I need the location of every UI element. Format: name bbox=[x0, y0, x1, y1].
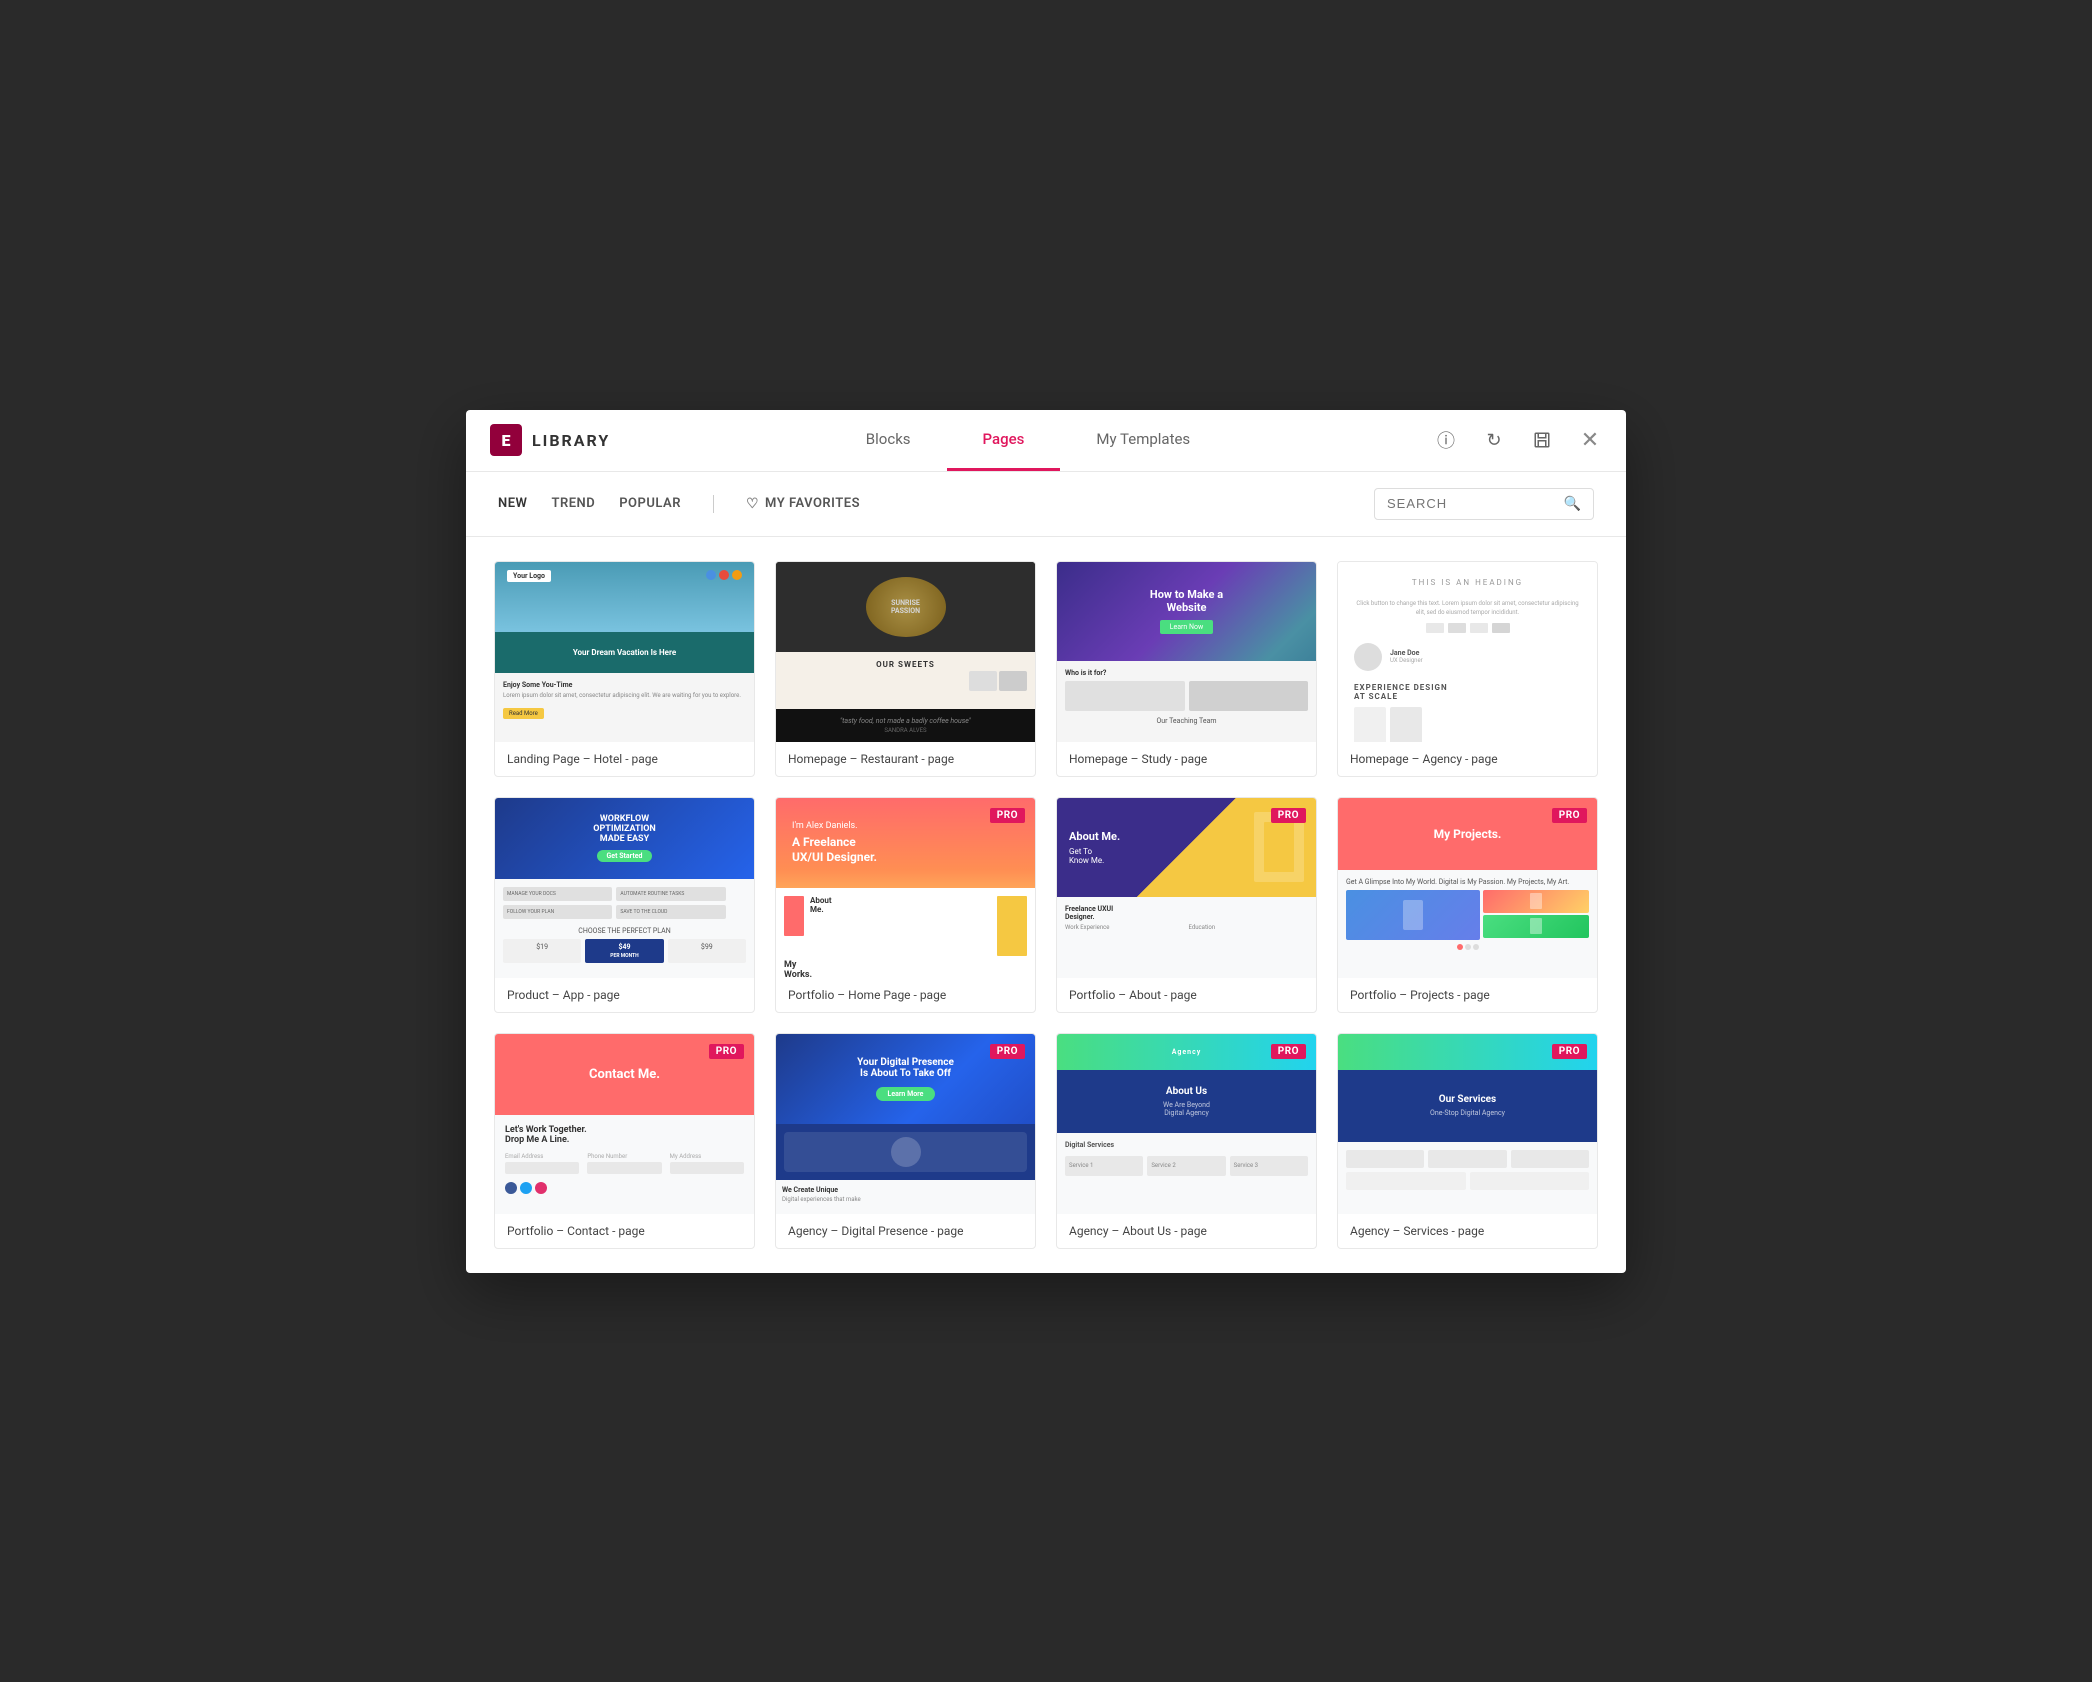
template-label-study: Homepage – Study - page bbox=[1057, 742, 1316, 776]
search-input[interactable] bbox=[1387, 496, 1556, 511]
template-card-digital[interactable]: PRO Your Digital PresenceIs About To Tak… bbox=[775, 1033, 1036, 1249]
filter-tabs: NEW TREND POPULAR ♡ MY FAVORITES bbox=[498, 492, 1374, 515]
library-brand: E LIBRARY bbox=[466, 410, 646, 470]
pro-badge-portfolio-home: PRO bbox=[990, 808, 1025, 823]
template-label-portfolio-projects: Portfolio – Projects - page bbox=[1338, 978, 1597, 1012]
template-card-app[interactable]: WORKFLOWOPTIMIZATIONMADE EASY Get Starte… bbox=[494, 797, 755, 1013]
info-icon[interactable]: ⓘ bbox=[1430, 424, 1462, 456]
template-thumb-portfolio-about: PRO About Me. Get ToKnow Me. Freelance bbox=[1057, 798, 1316, 978]
modal-header: E LIBRARY Blocks Pages My Templates ⓘ ↻ bbox=[466, 410, 1626, 472]
template-thumb-portfolio-home: PRO I'm Alex Daniels. A FreelanceUX/UI D… bbox=[776, 798, 1035, 978]
template-label-services: Agency – Services - page bbox=[1338, 1214, 1597, 1248]
pro-badge-portfolio-projects: PRO bbox=[1552, 808, 1587, 823]
modal-overlay[interactable]: E LIBRARY Blocks Pages My Templates ⓘ ↻ bbox=[0, 0, 2092, 1682]
template-label-contact: Portfolio – Contact - page bbox=[495, 1214, 754, 1248]
search-icon: 🔍 bbox=[1564, 496, 1581, 512]
template-thumb-app: WORKFLOWOPTIMIZATIONMADE EASY Get Starte… bbox=[495, 798, 754, 978]
modal-actions: ⓘ ↻ ✕ bbox=[1410, 424, 1626, 456]
template-thumb-contact: PRO Contact Me. Let's Work Together.Drop… bbox=[495, 1034, 754, 1214]
library-modal: E LIBRARY Blocks Pages My Templates ⓘ ↻ bbox=[466, 410, 1626, 1273]
template-thumb-about-us: PRO Agency About Us We Are BeyondDigital… bbox=[1057, 1034, 1316, 1214]
templates-grid: Your Logo Your Dream Vacation Is Here En… bbox=[494, 561, 1598, 1249]
brand-title: LIBRARY bbox=[532, 431, 610, 450]
template-card-portfolio-home[interactable]: PRO I'm Alex Daniels. A FreelanceUX/UI D… bbox=[775, 797, 1036, 1013]
template-card-services[interactable]: PRO Our Services One-Stop Digital Agency bbox=[1337, 1033, 1598, 1249]
tab-my-templates[interactable]: My Templates bbox=[1060, 410, 1226, 471]
search-box[interactable]: 🔍 bbox=[1374, 488, 1594, 520]
template-label-digital: Agency – Digital Presence - page bbox=[776, 1214, 1035, 1248]
refresh-icon[interactable]: ↻ bbox=[1478, 424, 1510, 456]
template-label-portfolio-home: Portfolio – Home Page - page bbox=[776, 978, 1035, 1012]
pro-badge-portfolio-about: PRO bbox=[1271, 808, 1306, 823]
tab-blocks[interactable]: Blocks bbox=[830, 410, 947, 471]
template-card-restaurant[interactable]: SUNRISEPASSION OUR SWEETS "tasty food, n… bbox=[775, 561, 1036, 777]
template-thumb-hotel: Your Logo Your Dream Vacation Is Here En… bbox=[495, 562, 754, 742]
template-label-app: Product – App - page bbox=[495, 978, 754, 1012]
filter-popular[interactable]: POPULAR bbox=[619, 492, 681, 515]
pro-badge-about-us: PRO bbox=[1271, 1044, 1306, 1059]
template-card-contact[interactable]: PRO Contact Me. Let's Work Together.Drop… bbox=[494, 1033, 755, 1249]
brand-icon: E bbox=[490, 424, 522, 456]
template-card-agency[interactable]: THIS IS AN HEADING Click button to chang… bbox=[1337, 561, 1598, 777]
close-button[interactable]: ✕ bbox=[1574, 424, 1606, 456]
filter-new[interactable]: NEW bbox=[498, 492, 527, 515]
pro-badge-digital: PRO bbox=[990, 1044, 1025, 1059]
template-label-portfolio-about: Portfolio – About - page bbox=[1057, 978, 1316, 1012]
template-thumb-portfolio-projects: PRO My Projects. Get A Glimpse Into My W… bbox=[1338, 798, 1597, 978]
template-label-agency: Homepage – Agency - page bbox=[1338, 742, 1597, 776]
template-thumb-digital: PRO Your Digital PresenceIs About To Tak… bbox=[776, 1034, 1035, 1214]
filter-divider bbox=[713, 495, 714, 513]
modal-tabs: Blocks Pages My Templates bbox=[646, 410, 1410, 471]
save-icon[interactable] bbox=[1526, 424, 1558, 456]
tab-pages[interactable]: Pages bbox=[947, 410, 1061, 471]
modal-body: Your Logo Your Dream Vacation Is Here En… bbox=[466, 537, 1626, 1273]
filter-bar: NEW TREND POPULAR ♡ MY FAVORITES 🔍 bbox=[466, 472, 1626, 537]
template-thumb-restaurant: SUNRISEPASSION OUR SWEETS "tasty food, n… bbox=[776, 562, 1035, 742]
template-card-hotel[interactable]: Your Logo Your Dream Vacation Is Here En… bbox=[494, 561, 755, 777]
template-thumb-study: How to Make aWebsite Learn Now Who is it… bbox=[1057, 562, 1316, 742]
template-thumb-services: PRO Our Services One-Stop Digital Agency bbox=[1338, 1034, 1597, 1214]
template-label-restaurant: Homepage – Restaurant - page bbox=[776, 742, 1035, 776]
filter-favorites[interactable]: ♡ MY FAVORITES bbox=[746, 496, 860, 512]
template-card-about-us[interactable]: PRO Agency About Us We Are BeyondDigital… bbox=[1056, 1033, 1317, 1249]
filter-trend[interactable]: TREND bbox=[551, 492, 595, 515]
template-thumb-agency: THIS IS AN HEADING Click button to chang… bbox=[1338, 562, 1597, 742]
template-card-study[interactable]: How to Make aWebsite Learn Now Who is it… bbox=[1056, 561, 1317, 777]
template-card-portfolio-projects[interactable]: PRO My Projects. Get A Glimpse Into My W… bbox=[1337, 797, 1598, 1013]
pro-badge-services: PRO bbox=[1552, 1044, 1587, 1059]
template-label-about-us: Agency – About Us - page bbox=[1057, 1214, 1316, 1248]
heart-icon: ♡ bbox=[746, 496, 759, 512]
template-card-portfolio-about[interactable]: PRO About Me. Get ToKnow Me. Freelance bbox=[1056, 797, 1317, 1013]
template-label-hotel: Landing Page – Hotel - page bbox=[495, 742, 754, 776]
pro-badge-contact: PRO bbox=[709, 1044, 744, 1059]
